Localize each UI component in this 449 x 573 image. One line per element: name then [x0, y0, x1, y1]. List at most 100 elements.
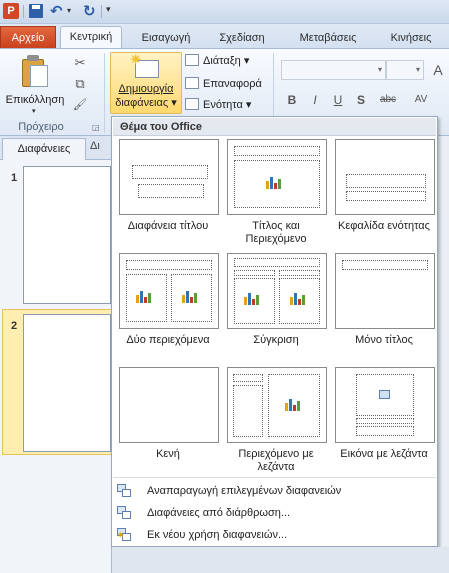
content-icons: [266, 176, 284, 189]
cut-icon[interactable]: ✂: [72, 55, 88, 71]
new-slide-icon: ✷: [129, 52, 161, 80]
menu-divider: [113, 477, 436, 478]
layout-name: Κενή: [156, 448, 180, 460]
character-spacing-button[interactable]: AV: [410, 92, 432, 108]
layout-thumbnail: [119, 367, 219, 443]
undo-icon[interactable]: ↶: [50, 2, 63, 20]
menu-duplicate-slides[interactable]: Αναπαραγωγή επιλεγμένων διαφανειών: [113, 481, 436, 501]
layout-name: Κεφαλίδα ενότητας: [338, 220, 430, 232]
layout-section-header[interactable]: Κεφαλίδα ενότητας: [330, 139, 438, 243]
underline-button[interactable]: U: [330, 92, 346, 108]
group-separator: [104, 53, 105, 133]
menu-reuse-slides[interactable]: ✷ Εκ νέου χρήση διαφανειών...: [113, 525, 436, 545]
tab-slides[interactable]: Διαφάνειες: [2, 138, 86, 160]
menu-item-label: Αναπαραγωγή επιλεγμένων διαφανειών: [147, 485, 342, 497]
customize-qat-icon[interactable]: ▾: [106, 4, 111, 15]
menu-item-label: Διαφάνειες από διάρθρωση...: [147, 507, 291, 519]
toolbar-separator: [101, 5, 102, 18]
dialog-launcher-icon[interactable]: ◲: [92, 123, 100, 132]
slides-panel: Διαφάνειες Δι 1 2: [0, 136, 112, 573]
tab-outline[interactable]: Δι: [90, 140, 100, 152]
slide-number: 1: [11, 172, 18, 184]
tab-animations[interactable]: Κινήσεις: [380, 29, 442, 49]
layout-title-slide[interactable]: Διαφάνεια τίτλου: [114, 139, 222, 243]
paste-button[interactable]: Επικόλληση ▾: [4, 53, 66, 115]
clipboard-group-label: Πρόχειρο: [18, 121, 64, 133]
menu-item-label: Εκ νέου χρήση διαφανειών...: [147, 529, 288, 541]
tab-transitions[interactable]: Μεταβάσεις: [290, 29, 366, 49]
layout-button[interactable]: Διάταξη ▾: [185, 53, 249, 70]
new-slide-button[interactable]: ✷ Δημιουργία διαφάνειας ▾: [110, 52, 182, 114]
slide-thumbnail-1[interactable]: [23, 166, 111, 304]
font-size-combo[interactable]: ▾: [386, 60, 424, 80]
layout-content-with-caption[interactable]: Περιεχόμενο με λεζάντα: [222, 367, 330, 473]
paste-icon: [22, 55, 50, 89]
slides-from-outline-icon: [117, 506, 132, 520]
menu-slides-from-outline[interactable]: Διαφάνειες από διάρθρωση...: [113, 503, 436, 523]
quick-access-toolbar: P ↶ ▾ ↻ ▾: [0, 0, 449, 24]
panel-tabs: Διαφάνειες Δι: [0, 136, 112, 160]
layout-icon: [185, 54, 199, 66]
layout-name: Δύο περιεχόμενα: [126, 334, 210, 346]
layout-picture-with-caption[interactable]: Εικόνα με λεζάντα: [330, 367, 438, 471]
layout-thumbnail: [335, 139, 435, 215]
tab-insert[interactable]: Εισαγωγή: [136, 29, 196, 49]
layout-name: Εικόνα με λεζάντα: [340, 448, 428, 460]
content-icons: [285, 398, 303, 411]
ribbon-tabs: Αρχείο Κεντρική Εισαγωγή Σχεδίαση Μεταβά…: [0, 24, 449, 50]
content-icons: [244, 292, 262, 305]
picture-icon: [379, 390, 390, 399]
layout-thumbnail: [335, 367, 435, 443]
layout-thumbnail: [119, 139, 219, 215]
copy-icon[interactable]: ⧉: [72, 76, 88, 92]
workspace-background: [112, 547, 449, 573]
powerpoint-app-icon[interactable]: P: [3, 3, 19, 19]
new-slide-label-2: διαφάνειας ▾: [115, 97, 177, 109]
tab-design[interactable]: Σχεδίαση: [210, 29, 274, 49]
layout-thumbnail: [227, 367, 327, 443]
reset-icon: [185, 77, 199, 89]
layout-name: Τίτλος και Περιεχόμενο: [245, 220, 307, 245]
layout-two-content[interactable]: Δύο περιεχόμενα: [114, 253, 222, 357]
layout-title-content[interactable]: Τίτλος και Περιεχόμενο: [222, 139, 330, 245]
slide-thumbnail-2[interactable]: [23, 314, 111, 452]
save-icon[interactable]: [29, 4, 43, 18]
section-icon: [185, 98, 199, 110]
grow-font-icon[interactable]: A: [430, 62, 446, 78]
strikethrough-button[interactable]: abc: [377, 92, 399, 108]
reuse-slides-icon: ✷: [117, 528, 132, 542]
duplicate-slides-icon: [117, 484, 132, 498]
content-icons: [136, 290, 154, 303]
layout-name: Περιεχόμενο με λεζάντα: [238, 448, 314, 473]
format-painter-icon[interactable]: 🖌: [72, 97, 88, 113]
new-slide-label: Δημιουργία: [118, 83, 174, 95]
section-button[interactable]: Ενότητα ▾: [185, 97, 251, 114]
reset-button[interactable]: Επαναφορά: [185, 76, 262, 93]
layout-title-only[interactable]: Μόνο τίτλος: [330, 253, 438, 357]
content-icons: [182, 290, 200, 303]
italic-button[interactable]: I: [307, 92, 323, 108]
layout-thumbnail: [227, 253, 327, 329]
tab-home[interactable]: Κεντρική: [60, 26, 122, 50]
layout-thumbnail: [335, 253, 435, 329]
layout-thumbnail: [227, 139, 327, 215]
chevron-down-icon: ▾: [32, 108, 36, 115]
undo-dropdown-icon[interactable]: ▾: [67, 6, 71, 15]
content-icons: [290, 292, 308, 305]
tab-file[interactable]: Αρχείο: [0, 26, 56, 49]
gallery-header: Θέμα του Office: [113, 118, 436, 136]
layout-comparison[interactable]: Σύγκριση: [222, 253, 330, 357]
font-name-combo[interactable]: ▾: [281, 60, 386, 80]
slide-number: 2: [11, 320, 18, 332]
layout-name: Σύγκριση: [253, 334, 299, 346]
shadow-button[interactable]: S: [353, 92, 369, 108]
layout-name: Μόνο τίτλος: [355, 334, 413, 346]
layout-blank[interactable]: Κενή: [114, 367, 222, 471]
toolbar-separator: [23, 5, 24, 18]
bold-button[interactable]: B: [284, 92, 300, 108]
paste-label: Επικόλληση: [5, 94, 65, 106]
new-slide-gallery: Θέμα του Office Διαφάνεια τίτλου Τίτλος …: [111, 116, 438, 547]
layout-thumbnail: [119, 253, 219, 329]
layout-name: Διαφάνεια τίτλου: [127, 220, 209, 232]
redo-icon[interactable]: ↻: [83, 2, 96, 20]
